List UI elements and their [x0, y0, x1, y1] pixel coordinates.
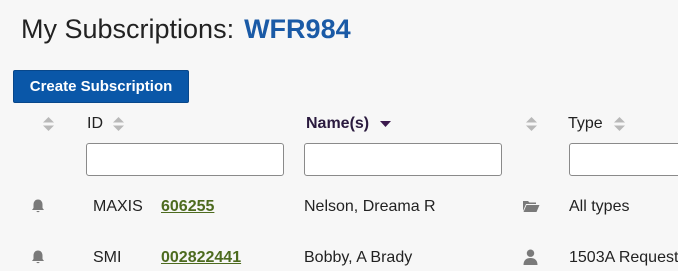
column-header-type[interactable]: Type	[568, 115, 603, 133]
page-title-label: My Subscriptions:	[21, 14, 235, 44]
bell-icon[interactable]	[30, 249, 46, 265]
bell-icon[interactable]	[30, 198, 46, 214]
sort-icon[interactable]	[526, 117, 537, 131]
row-type: 1503A Request	[569, 249, 678, 266]
names-filter-input[interactable]	[304, 143, 502, 176]
subscription-id-link[interactable]: 606255	[161, 198, 214, 216]
subscriptions-page: My Subscriptions: WFR984 Create Subscript…	[0, 0, 678, 271]
row-name: Bobby, A Brady	[304, 249, 413, 266]
sort-descending-icon[interactable]	[380, 121, 391, 135]
account-code: WFR984	[244, 14, 351, 44]
row-source: MAXIS	[93, 198, 143, 215]
create-subscription-button[interactable]: Create Subscription	[13, 70, 189, 103]
page-title: My Subscriptions: WFR984	[21, 14, 351, 45]
id-filter-input[interactable]	[86, 143, 284, 176]
sort-id-icon[interactable]	[113, 117, 124, 131]
column-header-id[interactable]: ID	[87, 115, 103, 133]
sort-icon[interactable]	[43, 117, 54, 131]
sort-type-icon[interactable]	[614, 117, 625, 131]
subscription-id-link[interactable]: 002822441	[161, 249, 241, 267]
row-type: All types	[569, 198, 630, 215]
row-source: SMI	[93, 249, 122, 266]
folder-icon	[522, 199, 540, 213]
person-icon	[523, 249, 538, 265]
type-filter-input[interactable]	[569, 143, 678, 176]
row-name: Nelson, Dreama R	[304, 198, 436, 215]
column-header-names[interactable]: Name(s)	[306, 115, 369, 133]
